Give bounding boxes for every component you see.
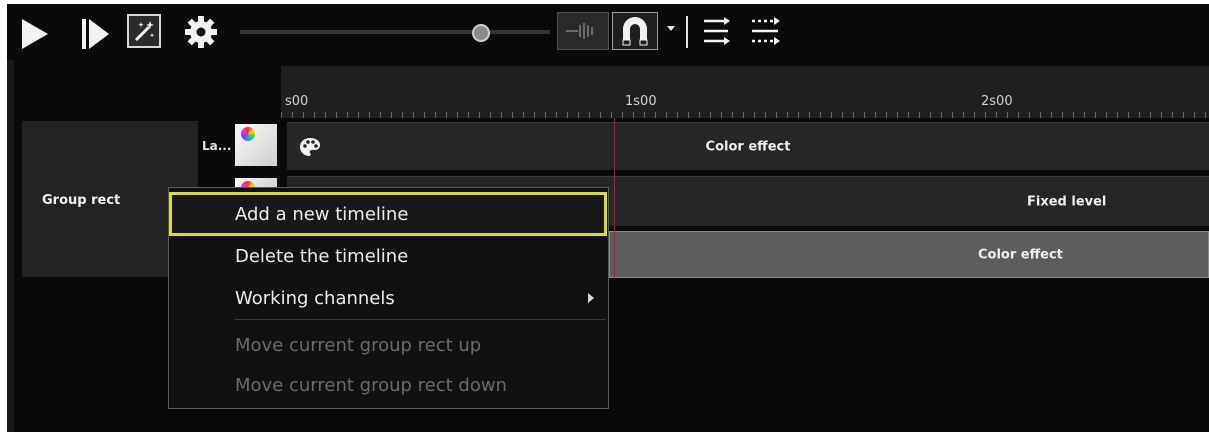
magnet-button[interactable] [612, 12, 658, 50]
menu-separator [235, 319, 606, 320]
magic-wand-icon [134, 21, 155, 42]
clip-label: Fixed level [1027, 194, 1107, 209]
left-strip [7, 60, 14, 432]
align-left-icon[interactable] [702, 16, 732, 46]
timeline-ruler[interactable]: s00 1s00 2s00 [281, 66, 1209, 118]
ruler-ticks [281, 112, 1209, 118]
menu-item-move-down: Move current group rect down [235, 375, 507, 396]
palette-icon [300, 138, 320, 156]
menu-item-move-up: Move current group rect up [235, 335, 482, 356]
color-wheel-icon [241, 127, 255, 141]
align-dashed-icon[interactable] [750, 16, 782, 46]
timeline-clip-selected[interactable]: Color effect [609, 231, 1209, 278]
ruler-label: 2s00 [981, 94, 1013, 109]
clip-label: Color effect [705, 139, 791, 154]
layer-label: La... [202, 139, 232, 153]
context-menu: Add a new timeline Delete the timeline W… [168, 187, 609, 409]
group-rect-label: Group rect [42, 193, 121, 208]
magnet-icon [622, 17, 648, 46]
gear-icon[interactable] [183, 14, 219, 50]
menu-item-delete-timeline[interactable]: Delete the timeline [235, 246, 408, 267]
playhead[interactable] [614, 118, 615, 278]
magic-wand-button[interactable] [127, 14, 161, 48]
ruler-label: s00 [285, 94, 309, 109]
ruler-label: 1s00 [625, 94, 657, 109]
timeline-clip[interactable]: Color effect [287, 122, 1209, 170]
snap-icon [566, 23, 593, 39]
submenu-arrow-icon [588, 293, 594, 303]
menu-item-add-timeline[interactable]: Add a new timeline [235, 204, 408, 225]
menu-item-working-channels[interactable]: Working channels [235, 288, 395, 309]
clip-label: Color effect [978, 247, 1063, 262]
zoom-slider-track[interactable] [240, 30, 550, 34]
play-from-cursor-icon[interactable] [82, 19, 110, 49]
play-icon[interactable] [22, 19, 48, 49]
dropdown-arrow-icon[interactable] [667, 26, 675, 31]
layer-thumbnail[interactable] [235, 124, 277, 166]
toolbar-divider [686, 16, 688, 48]
zoom-slider-thumb[interactable] [472, 24, 490, 42]
snap-button[interactable] [557, 12, 609, 50]
